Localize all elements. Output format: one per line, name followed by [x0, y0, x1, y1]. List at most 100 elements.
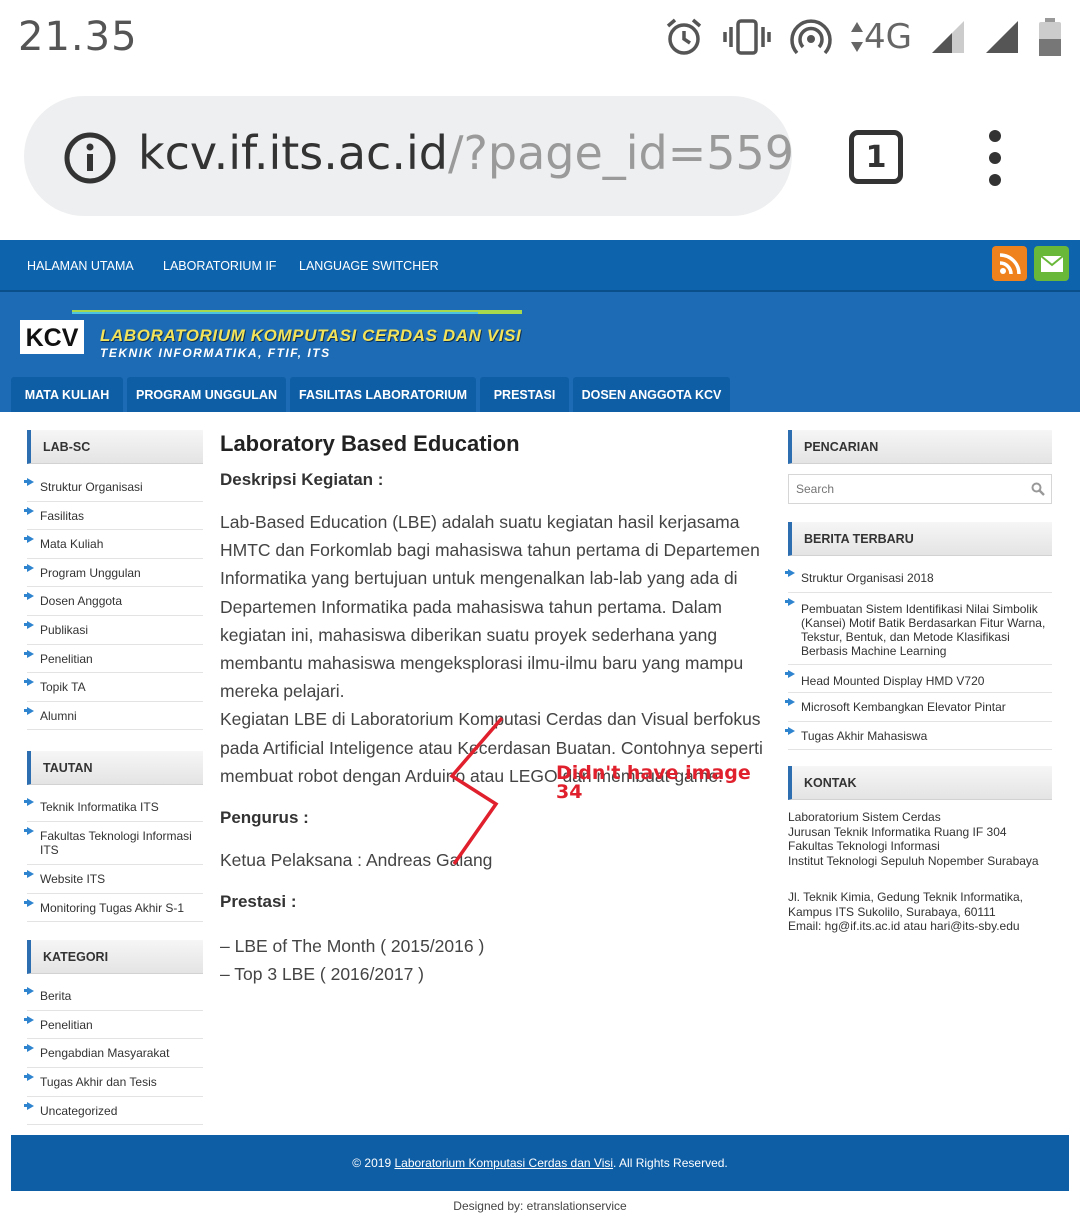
logo-title: LABORATORIUM KOMPUTASI CERDAS DAN VISI [100, 326, 522, 345]
tab-switcher-button[interactable]: 1 [849, 130, 903, 184]
logo-decoration [72, 312, 478, 314]
sidebar-item-fasilitas[interactable]: Fasilitas [24, 502, 203, 531]
mail-icon [1039, 254, 1064, 272]
category-tugas-akhir-dan-tesis[interactable]: Tugas Akhir dan Tesis [24, 1068, 203, 1097]
annotation-zigzag-mark [449, 716, 504, 866]
contact-line: Jl. Teknik Kimia, Gedung Teknik Informat… [788, 890, 1023, 905]
news-item[interactable]: Head Mounted Display HMD V720 [785, 665, 1052, 694]
link-monitoring-tugas-akhir[interactable]: Monitoring Tugas Akhir S-1 [24, 894, 203, 923]
contact-line: Institut Teknologi Sepuluh Nopember Sura… [788, 853, 1039, 868]
data-arrows-icon [851, 22, 864, 52]
contact-line: Jurusan Teknik Informatika Ruang IF 304 [788, 824, 1007, 839]
widget-title-kategori: KATEGORI [27, 940, 203, 975]
news-item[interactable]: Tugas Akhir Mahasiswa [785, 722, 1052, 751]
search-input[interactable] [789, 475, 1019, 503]
url-text[interactable]: kcv.if.its.ac.id/?page_id=559 [138, 126, 794, 180]
prestasi-item: – Top 3 LBE ( 2016/2017 ) [220, 964, 424, 985]
news-item[interactable]: Struktur Organisasi 2018 [785, 564, 1052, 593]
vibrate-icon [723, 19, 771, 55]
rss-button[interactable] [992, 246, 1027, 281]
contact-line: Fakultas Teknologi Informasi [788, 839, 940, 854]
tautan-list: Teknik Informatika ITS Fakultas Teknolog… [24, 793, 203, 923]
sidebar-item-publikasi[interactable]: Publikasi [24, 616, 203, 645]
kategori-list: Berita Penelitian Pengabdian Masyarakat … [24, 982, 203, 1126]
category-pengabdian-masyarakat[interactable]: Pengabdian Masyarakat [24, 1039, 203, 1068]
sidebar-item-penelitian[interactable]: Penelitian [24, 645, 203, 674]
lab-sc-list: Struktur Organisasi Fasilitas Mata Kulia… [24, 473, 203, 731]
right-sidebar: PENCARIAN BERITA TERBARU Struktur Organi… [785, 430, 1052, 934]
nav-tab-mata-kuliah[interactable]: MATA KULIAH [11, 377, 123, 412]
category-berita[interactable]: Berita [24, 982, 203, 1011]
berita-list: Struktur Organisasi 2018 Pembuatan Siste… [785, 564, 1052, 751]
article-title: Laboratory Based Education [220, 431, 520, 456]
description-heading: Deskripsi Kegiatan : [220, 470, 384, 489]
annotation-note: Didn't have image 34 [556, 764, 751, 802]
status-time: 21.35 [18, 14, 138, 60]
annotation-line: Didn't have image [556, 762, 751, 784]
topnav-item-language-switcher[interactable]: LANGUAGE SWITCHER [299, 259, 439, 273]
browser-toolbar: kcv.if.its.ac.id/?page_id=559 1 [0, 78, 1080, 240]
footer-copyright-prefix: © 2019 [352, 1156, 392, 1170]
rss-icon [999, 252, 1021, 274]
status-bar: 21.35 4G [0, 0, 1080, 78]
article-paragraph: Lab-Based Education (LBE) adalah suatu k… [220, 512, 760, 702]
overflow-menu-button[interactable] [980, 130, 1010, 186]
site-banner: KCV LABORATORIUM KOMPUTASI CERDAS DAN VI… [0, 292, 1080, 412]
link-fakultas-teknologi-informasi-its[interactable]: Fakultas Teknologi Informasi ITS [24, 822, 203, 865]
news-item[interactable]: Microsoft Kembangkan Elevator Pintar [785, 693, 1052, 722]
dot [989, 130, 1001, 142]
annotation-line: 34 [556, 781, 583, 803]
battery-icon [1039, 18, 1061, 56]
svg-text:KCV: KCV [26, 324, 79, 352]
nav-tab-fasilitas-laboratorium[interactable]: FASILITAS LABORATORIUM [290, 377, 476, 412]
prestasi-heading: Prestasi : [220, 892, 297, 912]
site-footer: © 2019 Laboratorium Komputasi Cerdas dan… [11, 1135, 1069, 1191]
alarm-icon [666, 18, 702, 55]
url-host: kcv.if.its.ac.id [138, 126, 448, 180]
news-item[interactable]: Pembuatan Sistem Identifikasi Nilai Simb… [785, 593, 1052, 665]
nav-tab-prestasi[interactable]: PRESTASI [480, 377, 569, 412]
footer-site-link[interactable]: Laboratorium Komputasi Cerdas dan Visi [394, 1156, 613, 1170]
nav-tab-program-unggulan[interactable]: PROGRAM UNGGULAN [127, 377, 286, 412]
sidebar-item-program-unggulan[interactable]: Program Unggulan [24, 559, 203, 588]
link-teknik-informatika-its[interactable]: Teknik Informatika ITS [24, 793, 203, 822]
address-bar[interactable]: kcv.if.its.ac.id/?page_id=559 [24, 96, 794, 216]
signal-icon [932, 21, 964, 53]
url-path: /?page_id=559 [447, 126, 795, 180]
info-icon[interactable] [64, 132, 116, 184]
sidebar-item-dosen-anggota[interactable]: Dosen Anggota [24, 587, 203, 616]
nav-tab-dosen-anggota-kcv[interactable]: DOSEN ANGGOTA KCV [573, 377, 730, 412]
kcv-logo[interactable]: KCV [20, 320, 84, 354]
status-icons: 4G [664, 14, 1062, 60]
contact-line: Laboratorium Sistem Cerdas [788, 810, 941, 825]
link-website-its[interactable]: Website ITS [24, 865, 203, 894]
topnav-item-laboratorium-if[interactable]: LABORATORIUM IF [163, 259, 276, 273]
widget-title-pencarian: PENCARIAN [788, 430, 1052, 464]
category-penelitian[interactable]: Penelitian [24, 1011, 203, 1040]
search-icon[interactable] [1031, 482, 1045, 496]
widget-title-lab-sc: LAB-SC [27, 430, 203, 464]
search-box [788, 474, 1052, 504]
category-uncategorized[interactable]: Uncategorized [24, 1097, 203, 1126]
topnav-item-halaman-utama[interactable]: HALAMAN UTAMA [27, 259, 134, 273]
main-navigation: MATA KULIAH PROGRAM UNGGULAN FASILITAS L… [0, 377, 1080, 412]
top-navigation: HALAMAN UTAMA LABORATORIUM IF LANGUAGE S… [0, 240, 1080, 292]
contact-line: Kampus ITS Sukolilo, Surabaya, 60111 [788, 904, 996, 919]
email-button[interactable] [1034, 246, 1069, 281]
widget-title-kontak: KONTAK [788, 766, 1052, 801]
contact-email: Email: hg@if.its.ac.id atau hari@its-sby… [788, 919, 1020, 934]
logo-subtitle: TEKNIK INFORMATIKA, FTIF, ITS [100, 346, 331, 360]
sidebar-item-alumni[interactable]: Alumni [24, 702, 203, 731]
sidebar-item-topik-ta[interactable]: Topik TA [24, 673, 203, 702]
left-sidebar: LAB-SC Struktur Organisasi Fasilitas Mat… [24, 430, 203, 1126]
network-type: 4G [864, 17, 912, 57]
footer-copyright-suffix: . All Rights Reserved. [613, 1156, 728, 1170]
contact-block: Laboratorium Sistem Cerdas Jurusan Tekni… [788, 810, 1052, 934]
article: Laboratory Based Education Deskripsi Keg… [220, 430, 765, 989]
designed-by-credit: Designed by: etranslationservice [453, 1199, 627, 1213]
network-indicator: 4G [850, 17, 912, 57]
sidebar-item-struktur-organisasi[interactable]: Struktur Organisasi [24, 473, 203, 502]
hotspot-icon [790, 19, 832, 55]
sidebar-item-mata-kuliah[interactable]: Mata Kuliah [24, 530, 203, 559]
dot [989, 152, 1001, 164]
